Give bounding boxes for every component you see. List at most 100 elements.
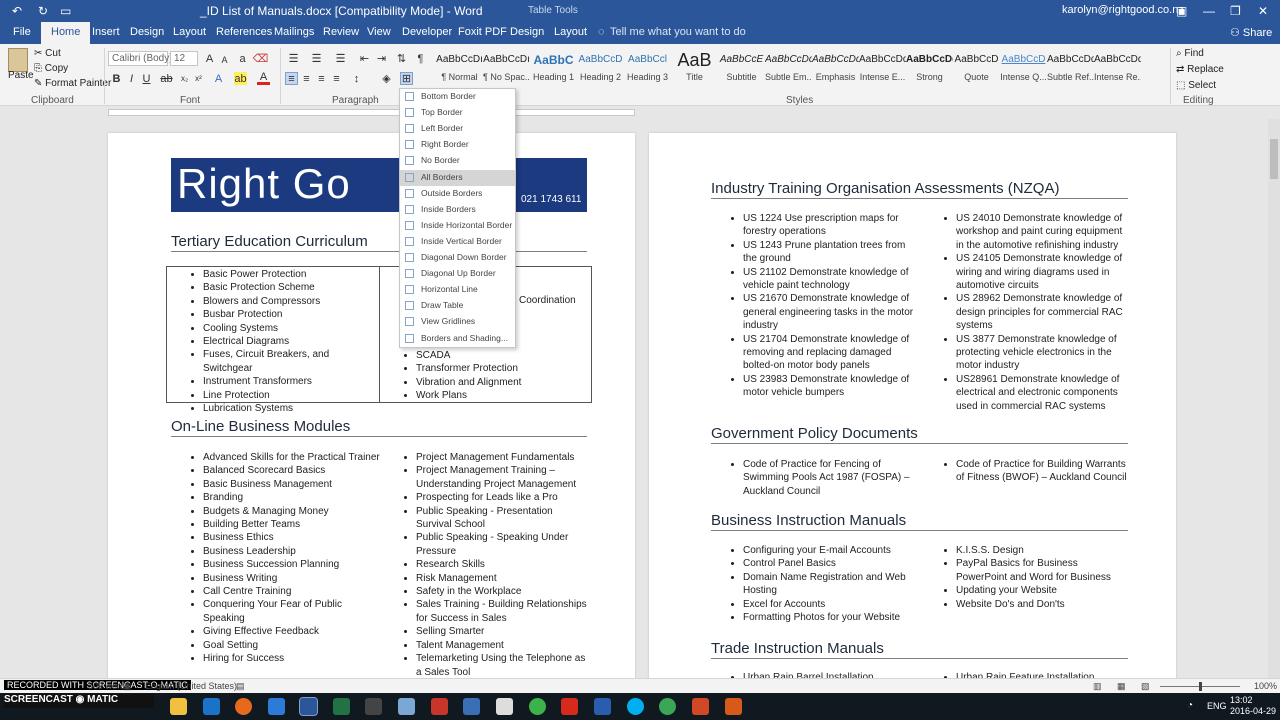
- style-item[interactable]: AaBbCcDı ¶ No Spac...: [483, 48, 530, 92]
- home-icon[interactable]: [496, 698, 513, 715]
- app-icon[interactable]: [561, 698, 578, 715]
- style-item[interactable]: AaBbC Heading 1: [530, 48, 577, 92]
- line-spacing-icon[interactable]: ↕: [350, 72, 363, 85]
- bold-icon[interactable]: B: [110, 72, 123, 85]
- recorder-icon[interactable]: [725, 698, 742, 715]
- app-icon[interactable]: [398, 698, 415, 715]
- style-item[interactable]: AaBbCcD Heading 2: [577, 48, 624, 92]
- clear-formatting-icon[interactable]: ⌫: [253, 52, 269, 65]
- style-item[interactable]: AaBbCcDdI Intense E...: [859, 48, 906, 92]
- decrease-indent-icon[interactable]: ⇤: [358, 52, 371, 65]
- style-item[interactable]: AaBbCcDdI Emphasis: [812, 48, 859, 92]
- style-item[interactable]: AaBbCcD Intense Q...: [1000, 48, 1047, 92]
- minimize-icon[interactable]: —: [1203, 4, 1215, 18]
- shading-icon[interactable]: ◈: [380, 72, 393, 85]
- tab-mailings[interactable]: Mailings: [274, 26, 314, 38]
- text-effects-icon[interactable]: A: [212, 72, 225, 85]
- superscript-icon[interactable]: x²: [192, 72, 205, 85]
- sort-icon[interactable]: ⇅: [395, 52, 408, 65]
- replace-button[interactable]: ⇄ Replace: [1176, 64, 1224, 75]
- menu-item[interactable]: No Border: [400, 153, 515, 169]
- menu-item[interactable]: Top Border: [400, 105, 515, 121]
- save-icon[interactable]: ▭: [60, 4, 71, 18]
- thunderbird-icon[interactable]: [268, 698, 285, 715]
- restore-icon[interactable]: ❐: [1230, 4, 1241, 18]
- menu-item[interactable]: Horizontal Line: [400, 282, 515, 298]
- zoom-slider-thumb[interactable]: [1199, 682, 1202, 691]
- page-1[interactable]: Right Go 021 1743 611 Tertiary Education…: [108, 133, 635, 693]
- style-item[interactable]: AaBbCcl Heading 3: [624, 48, 671, 92]
- grow-font-icon[interactable]: A: [203, 52, 216, 65]
- redo-icon[interactable]: ↻: [38, 4, 48, 18]
- language-indicator[interactable]: English (United States): [145, 681, 237, 691]
- menu-item[interactable]: Bottom Border: [400, 89, 515, 105]
- close-icon[interactable]: ✕: [1258, 4, 1268, 18]
- underline-icon[interactable]: U: [140, 72, 153, 85]
- style-item[interactable]: AaB Title: [671, 48, 718, 92]
- word-icon[interactable]: [299, 697, 318, 716]
- menu-item[interactable]: Inside Horizontal Border: [400, 218, 515, 234]
- file-explorer-icon[interactable]: [170, 698, 187, 715]
- menu-item[interactable]: All Borders: [400, 169, 515, 186]
- align-left-icon[interactable]: ≡: [285, 72, 298, 85]
- filezilla-icon[interactable]: [431, 698, 448, 715]
- change-case-icon[interactable]: a: [236, 52, 249, 65]
- font-name-select[interactable]: Calibri (Body): [108, 51, 173, 66]
- tab-developer[interactable]: Developer: [402, 26, 452, 38]
- menu-item[interactable]: View Gridlines: [400, 314, 515, 330]
- bullets-icon[interactable]: ☰: [287, 52, 300, 65]
- undo-icon[interactable]: ↶: [12, 4, 22, 18]
- firefox-icon[interactable]: [235, 698, 252, 715]
- paste-button[interactable]: Paste: [8, 70, 34, 81]
- style-item[interactable]: AaBbCcE Subtitle: [718, 48, 765, 92]
- tab-table-design[interactable]: Design: [510, 26, 544, 38]
- tab-references[interactable]: References: [216, 26, 272, 38]
- powerpoint-icon[interactable]: [692, 698, 709, 715]
- numbering-icon[interactable]: ☰: [310, 52, 323, 65]
- vertical-scrollbar[interactable]: [1268, 119, 1280, 678]
- horizontal-ruler[interactable]: [0, 106, 1280, 119]
- menu-item[interactable]: Left Border: [400, 121, 515, 137]
- tab-design[interactable]: Design: [130, 26, 164, 38]
- tertiary-table[interactable]: Basic Power ProtectionBasic Protection S…: [166, 266, 592, 414]
- menu-item[interactable]: Draw Table: [400, 298, 515, 314]
- tab-layout[interactable]: Layout: [173, 26, 206, 38]
- wifi-icon[interactable]: ◔: [1187, 700, 1193, 711]
- document-area[interactable]: Right Go 021 1743 611 Tertiary Education…: [0, 119, 1280, 693]
- menu-item[interactable]: Inside Borders: [400, 202, 515, 218]
- read-mode-icon[interactable]: ▥: [1093, 681, 1102, 692]
- highlight-icon[interactable]: ab: [234, 72, 247, 85]
- app-icon[interactable]: [529, 698, 546, 715]
- proofing-icon[interactable]: ▣: [123, 681, 132, 692]
- menu-item[interactable]: Right Border: [400, 137, 515, 153]
- macro-icon[interactable]: ▤: [236, 681, 245, 692]
- chrome-icon[interactable]: [659, 698, 676, 715]
- subscript-icon[interactable]: x₂: [178, 72, 191, 85]
- web-layout-icon[interactable]: ▧: [1141, 681, 1150, 692]
- style-item[interactable]: AaBbCcDdI Subtle Em...: [765, 48, 812, 92]
- skype-icon[interactable]: [627, 698, 644, 715]
- style-item[interactable]: AaBbCcD Quote: [953, 48, 1000, 92]
- style-item[interactable]: AaBbCcDı ¶ Normal: [436, 48, 483, 92]
- style-item[interactable]: AaBbCcDdE Subtle Ref...: [1047, 48, 1094, 92]
- edge-icon[interactable]: [203, 698, 220, 715]
- page-2[interactable]: Industry Training Organisation Assessmen…: [649, 133, 1176, 693]
- cut-button[interactable]: ✂ Cut: [34, 48, 61, 59]
- zoom-level[interactable]: 100%: [1254, 681, 1277, 691]
- tab-home[interactable]: Home: [41, 22, 91, 44]
- borders-icon[interactable]: ⊞: [400, 72, 413, 85]
- menu-item[interactable]: Diagonal Up Border: [400, 266, 515, 282]
- format-painter-button[interactable]: ✎ Format Painter: [34, 78, 111, 89]
- tab-view[interactable]: View: [367, 26, 391, 38]
- font-size-select[interactable]: 12: [170, 51, 198, 66]
- italic-icon[interactable]: I: [125, 72, 138, 85]
- increase-indent-icon[interactable]: ⇥: [375, 52, 388, 65]
- menu-item[interactable]: Borders and Shading...: [400, 331, 515, 347]
- menu-item[interactable]: Outside Borders: [400, 186, 515, 202]
- tab-insert[interactable]: Insert: [92, 26, 120, 38]
- tab-file[interactable]: File: [13, 26, 31, 38]
- strikethrough-icon[interactable]: ab: [160, 72, 173, 85]
- app-icon[interactable]: [463, 698, 480, 715]
- multilevel-list-icon[interactable]: ☰: [334, 52, 347, 65]
- print-layout-icon[interactable]: ▦: [1117, 681, 1126, 692]
